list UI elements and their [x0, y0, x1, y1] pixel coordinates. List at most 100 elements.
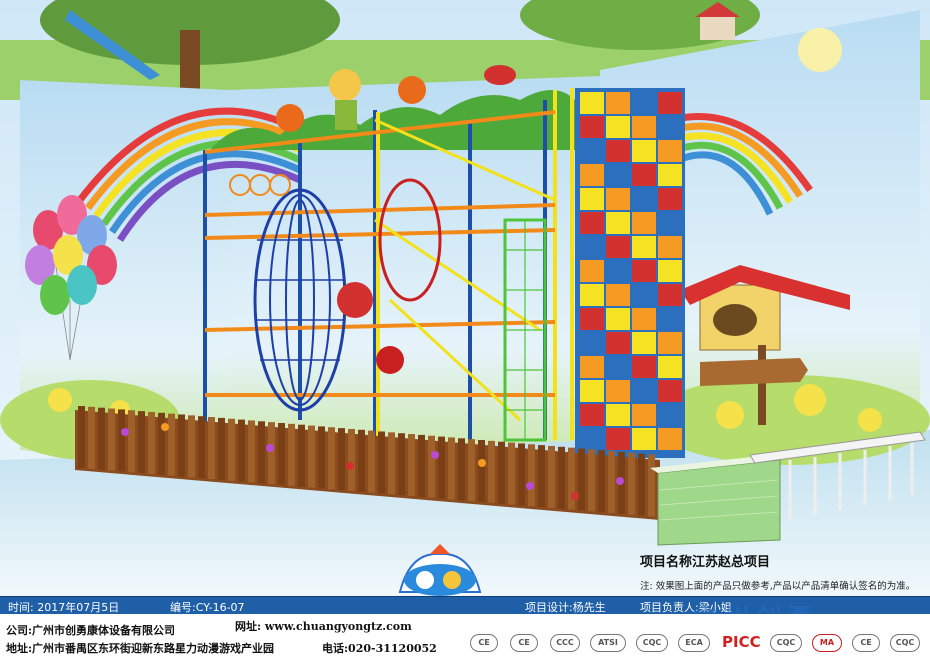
- climbing-wall-tile: [580, 188, 604, 210]
- climbing-wall-tile: [632, 92, 656, 114]
- climbing-wall-tile: [606, 212, 630, 234]
- fence-picket: [438, 436, 445, 499]
- climbing-wall-tile: [580, 236, 604, 258]
- cert-mark: CE: [470, 634, 498, 652]
- fence-picket: [598, 450, 605, 513]
- footer-website: 网址: www.chuangyongtz.com: [235, 620, 412, 633]
- fence-picket: [118, 409, 125, 472]
- cert-mark: CCC: [550, 634, 580, 652]
- fence-picket: [428, 435, 435, 498]
- cert-mark: CQC: [890, 634, 920, 652]
- fence-picket: [98, 407, 105, 470]
- fence-picket: [638, 453, 645, 516]
- climbing-wall-tile: [658, 260, 682, 282]
- fence-picket: [308, 425, 315, 488]
- fence-picket: [558, 446, 565, 509]
- climbing-wall-tile: [632, 236, 656, 258]
- climbing-wall-tile: [580, 116, 604, 138]
- climbing-wall-tile: [632, 164, 656, 186]
- fence-picket: [478, 440, 485, 502]
- climbing-wall-tile: [658, 356, 682, 378]
- climbing-wall-tile: [632, 212, 656, 234]
- fence-picket: [158, 412, 165, 475]
- fence-picket: [378, 431, 385, 494]
- climbing-wall-tile: [632, 188, 656, 210]
- fence-picket: [218, 417, 225, 480]
- fence-picket: [238, 419, 245, 482]
- climbing-wall-tile: [658, 380, 682, 402]
- climbing-wall-tile: [632, 332, 656, 354]
- climbing-wall-tile: [606, 380, 630, 402]
- fence-picket: [368, 430, 375, 493]
- climbing-wall-tile: [580, 212, 604, 234]
- fence-picket: [648, 454, 655, 517]
- climbing-wall-tile: [580, 140, 604, 162]
- fence-picket: [148, 411, 155, 474]
- fence-picket: [288, 423, 295, 486]
- footer-company: 公司:广州市创勇康体设备有限公司: [6, 624, 176, 637]
- footer-address: 地址:广州市番禺区东环街迎新东路星力动漫游戏产业园: [6, 642, 275, 655]
- climbing-wall-tile: [580, 284, 604, 306]
- climbing-wall-tile: [606, 284, 630, 306]
- climbing-wall-tile: [632, 284, 656, 306]
- climbing-wall-tile: [632, 404, 656, 426]
- climbing-wall-tile: [658, 164, 682, 186]
- climbing-wall-tile: [658, 140, 682, 162]
- climbing-wall-tile: [658, 188, 682, 210]
- fence-picket: [548, 445, 555, 508]
- rendering-scene: [0, 0, 930, 596]
- cert-mark: ECA: [678, 634, 710, 652]
- climbing-wall-tile: [580, 332, 604, 354]
- climbing-wall-tile: [606, 140, 630, 162]
- fence-picket: [528, 444, 535, 507]
- fence-picket: [488, 440, 495, 503]
- climbing-wall-tile: [606, 116, 630, 138]
- climbing-wall-tile: [606, 164, 630, 186]
- cert-mark: ATSI: [590, 634, 626, 652]
- certification-logos: CE CE CCC ATSI CQC ECA PICC CQC MA CE CQ…: [470, 634, 930, 654]
- project-note: 注: 效果图上面的产品只做参考,产品以产品清单确认签名的为准。: [640, 581, 916, 592]
- cert-mark: MA: [812, 634, 842, 652]
- fence-picket: [228, 418, 235, 481]
- snail-right: [398, 76, 426, 104]
- fence-picket: [398, 433, 405, 496]
- fence-picket: [408, 434, 415, 497]
- fence-picket: [318, 426, 325, 489]
- climbing-wall-tile: [632, 308, 656, 330]
- climbing-wall-tile: [606, 332, 630, 354]
- climbing-wall-tile: [632, 380, 656, 402]
- climbing-wall-tile: [658, 212, 682, 234]
- fence-picket: [498, 441, 505, 504]
- climbing-wall-tile: [580, 380, 604, 402]
- climbing-wall-tile: [606, 428, 630, 450]
- fence-picket: [198, 416, 205, 479]
- cert-mark: CQC: [636, 634, 668, 652]
- climbing-wall-tile: [658, 332, 682, 354]
- climbing-wall-tile: [606, 356, 630, 378]
- playground-illustration: [0, 0, 930, 596]
- fence-picket: [258, 421, 265, 484]
- fence-picket: [298, 424, 305, 487]
- climbing-wall-tile: [632, 260, 656, 282]
- cert-mark: CE: [852, 634, 880, 652]
- climbing-wall-tile: [580, 260, 604, 282]
- fence-picket: [588, 449, 595, 512]
- fence-picket: [608, 451, 615, 514]
- climbing-wall-tile: [606, 308, 630, 330]
- fence-picket: [178, 414, 185, 477]
- fence-picket: [418, 434, 425, 497]
- fence-picket: [168, 413, 175, 476]
- climbing-wall-tile: [580, 428, 604, 450]
- fence-picket: [448, 437, 455, 500]
- info-number: 编号:CY-16-07: [170, 601, 245, 614]
- climbing-wall-tile: [658, 92, 682, 114]
- climbing-wall-tile: [580, 356, 604, 378]
- climbing-wall-tile: [632, 140, 656, 162]
- fence-picket: [188, 415, 195, 478]
- climbing-wall-tile: [658, 308, 682, 330]
- fence-picket: [108, 408, 115, 471]
- climbing-wall-tile: [580, 404, 604, 426]
- climbing-wall-tile: [658, 428, 682, 450]
- cert-mark: CE: [510, 634, 538, 652]
- climbing-wall-tile: [606, 92, 630, 114]
